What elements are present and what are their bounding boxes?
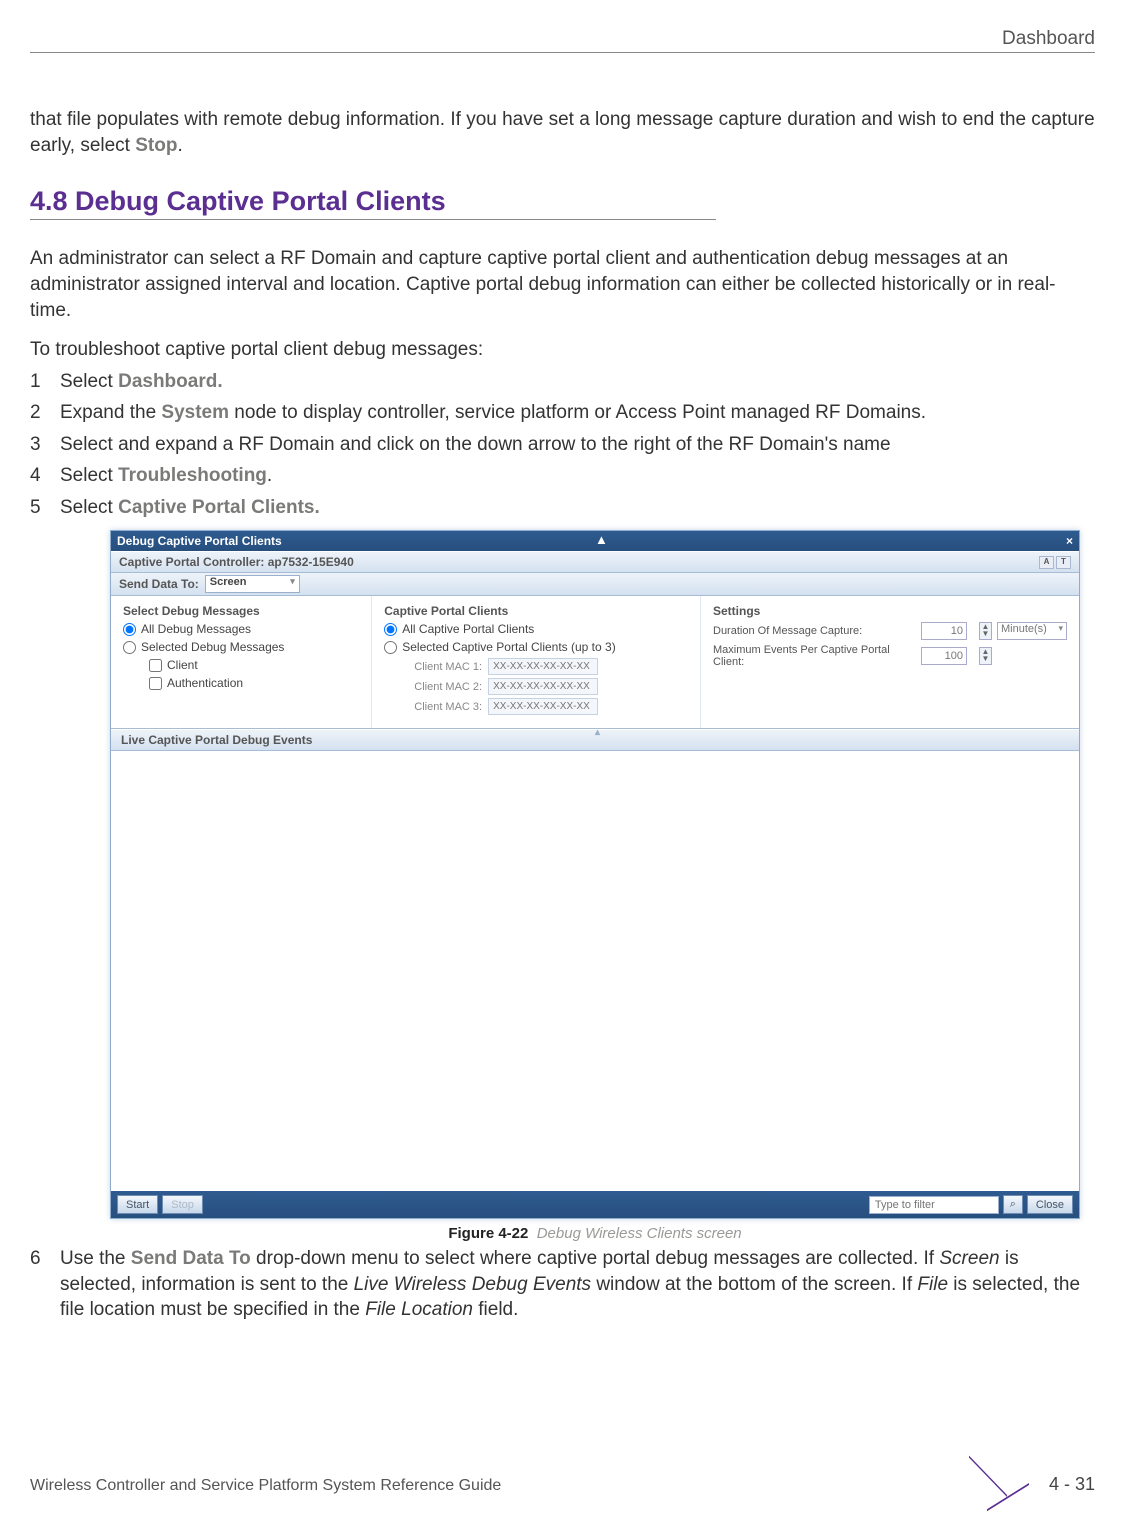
send-data-value: Screen [210,576,247,588]
step5-pre: Select [60,497,118,518]
all-clients-label: All Captive Portal Clients [402,622,534,636]
client-check-label: Client [167,658,198,672]
window-titlebar: Debug Captive Portal Clients ▲ × [111,531,1079,551]
step-1: 1 Select Dashboard. [30,367,1095,396]
all-debug-radio[interactable]: All Debug Messages [123,622,359,636]
caret-a-button[interactable]: A [1039,556,1054,569]
all-clients-radio[interactable]: All Captive Portal Clients [384,622,688,636]
step6-i4: File Location [365,1299,473,1320]
search-icon[interactable]: ⌕ [1003,1195,1023,1214]
selected-clients-label: Selected Captive Portal Clients (up to 3… [402,640,615,654]
send-data-select[interactable]: Screen ▾ [205,575,300,593]
lead-paragraph: that file populates with remote debug in… [30,107,1095,158]
lead-pre: that file populates with remote debug in… [30,109,1095,156]
figure-number: Figure 4-22 [448,1225,528,1242]
all-debug-label: All Debug Messages [141,622,251,636]
selected-debug-label: Selected Debug Messages [141,640,284,654]
mac1-label: Client MAC 1: [414,661,482,673]
figure-title: Debug Wireless Clients screen [537,1225,742,1242]
controller-bar: Captive Portal Controller: ap7532-15E940… [111,551,1079,573]
mac2-input[interactable] [488,678,598,695]
bottom-toolbar: Start Stop ⌕ Close [111,1191,1079,1218]
step6-i1: Screen [939,1248,999,1269]
step6-mid1: drop-down menu to select where captive p… [251,1248,940,1269]
step4-pre: Select [60,465,118,486]
client-checkbox[interactable]: Client [149,658,359,672]
steps-list: 1 Select Dashboard. 2 Expand the System … [30,367,1095,522]
send-data-label: Send Data To: [119,577,199,591]
stop-label: Stop [135,135,177,156]
step-3: 3 Select and expand a RF Domain and clic… [30,430,1095,459]
live-events-area [111,751,1079,1191]
max-events-spinner[interactable]: ▲▼ [979,647,992,665]
brand-slash-icon [979,1455,1029,1495]
step4-bold: Troubleshooting [118,465,267,486]
duration-input[interactable] [921,622,967,640]
chapter-label: Dashboard [30,28,1095,53]
duration-spinner[interactable]: ▲▼ [979,622,992,640]
step1-bold: Dashboard. [118,371,223,392]
send-data-bar: Send Data To: Screen ▾ [111,573,1079,596]
footer-title: Wireless Controller and Service Platform… [30,1477,501,1495]
intro-paragraph: An administrator can select a RF Domain … [30,246,1095,323]
live-events-header: ▴ Live Captive Portal Debug Events [111,729,1079,751]
max-events-label: Maximum Events Per Captive Portal Client… [713,644,918,668]
section-heading: 4.8 Debug Captive Portal Clients [30,186,716,220]
stop-button[interactable]: Stop [162,1195,203,1214]
cursor-icon: ▲ [595,532,608,547]
chevron-down-icon: ▾ [1058,623,1063,634]
step5-bold: Captive Portal Clients. [118,497,320,518]
step1-pre: Select [60,371,118,392]
window-title: Debug Captive Portal Clients [117,534,282,548]
close-button[interactable]: Close [1027,1195,1073,1214]
duration-unit-label: Minute(s) [1001,623,1047,635]
mac2-label: Client MAC 2: [414,681,482,693]
select-debug-title: Select Debug Messages [123,604,359,618]
step3-text: Select and expand a RF Domain and click … [60,434,891,455]
screenshot-panel: Debug Captive Portal Clients ▲ × Captive… [110,530,1080,1219]
step6-i2: Live Wireless Debug Events [354,1274,591,1295]
step6-mid3: window at the bottom of the screen. If [591,1274,917,1295]
page-footer: Wireless Controller and Service Platform… [30,1455,1095,1495]
step6-pre: Use the [60,1248,131,1269]
duration-unit-select[interactable]: Minute(s) ▾ [997,622,1067,640]
instruction-line: To troubleshoot captive portal client de… [30,337,1095,363]
chevron-down-icon: ▾ [290,576,295,587]
step4-post: . [267,465,272,486]
duration-label: Duration Of Message Capture: [713,625,918,637]
start-button[interactable]: Start [117,1195,158,1214]
step2-pre: Expand the [60,402,161,423]
controller-label: Captive Portal Controller: ap7532-15E940 [119,555,354,569]
step-5: 5 Select Captive Portal Clients. [30,493,1095,522]
close-icon[interactable]: × [1066,534,1073,548]
settings-title: Settings [713,604,1067,618]
caret-t-button[interactable]: T [1056,556,1071,569]
page-number: 4 - 31 [1049,1474,1095,1495]
filter-input[interactable] [869,1196,999,1214]
auth-checkbox[interactable]: Authentication [149,676,359,690]
mac3-input[interactable] [488,698,598,715]
captive-clients-title: Captive Portal Clients [384,604,688,618]
lead-post: . [177,135,182,156]
step6-bold: Send Data To [131,1248,251,1269]
step6-i3: File [917,1274,948,1295]
step-6: 6 Use the Send Data To drop-down menu to… [30,1246,1095,1323]
step-4: 4 Select Troubleshooting. [30,461,1095,490]
step-2: 2 Expand the System node to display cont… [30,398,1095,427]
step6-end: field. [473,1299,518,1320]
mac3-label: Client MAC 3: [414,701,482,713]
resize-handle-icon[interactable]: ▴ [595,727,600,738]
live-events-title: Live Captive Portal Debug Events [121,733,312,747]
selected-clients-radio[interactable]: Selected Captive Portal Clients (up to 3… [384,640,688,654]
step2-post: node to display controller, service plat… [229,402,926,423]
step2-bold: System [161,402,229,423]
figure-caption: Figure 4-22 Debug Wireless Clients scree… [110,1225,1080,1242]
auth-check-label: Authentication [167,676,243,690]
max-events-input[interactable] [921,647,967,665]
mac1-input[interactable] [488,658,598,675]
selected-debug-radio[interactable]: Selected Debug Messages [123,640,359,654]
